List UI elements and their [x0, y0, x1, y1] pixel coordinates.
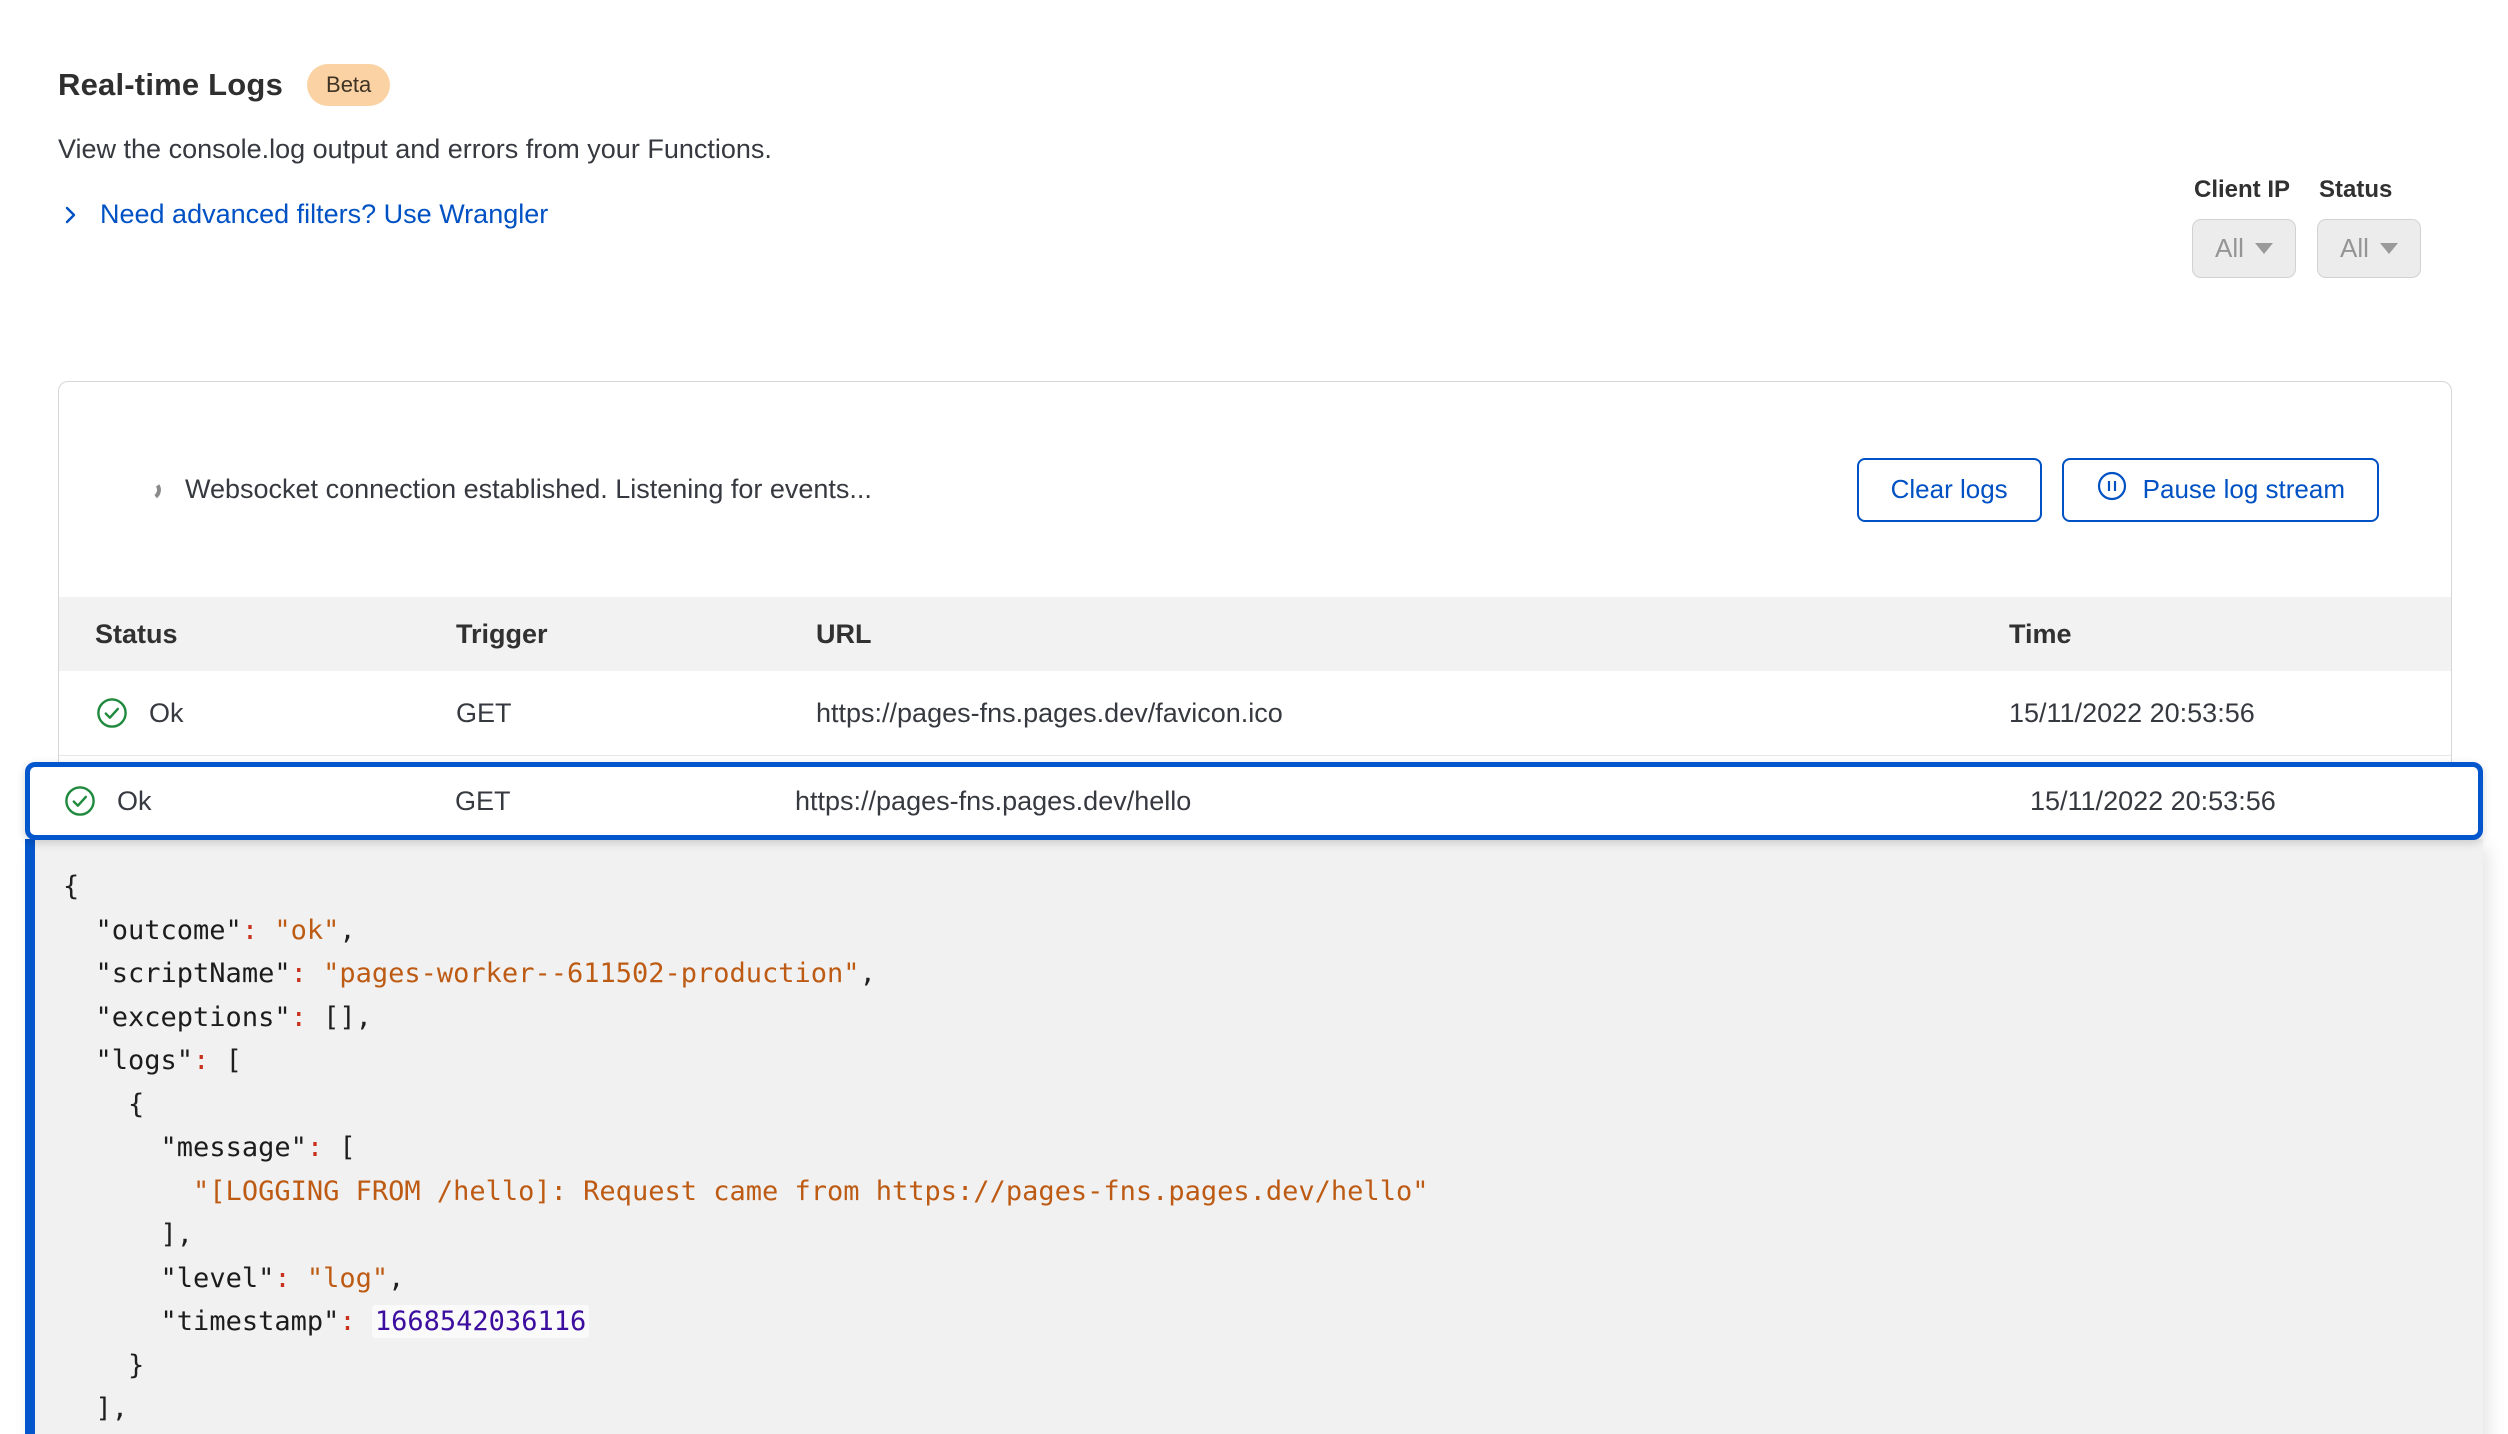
caret-down-icon [2380, 243, 2398, 254]
column-header-status: Status [59, 619, 456, 650]
client-ip-value: All [2215, 233, 2244, 264]
title-row: Real-time Logs Beta [58, 64, 2508, 106]
spinner-icon [139, 478, 162, 501]
clear-logs-button[interactable]: Clear logs [1857, 458, 2042, 522]
page-header: Real-time Logs Beta View the console.log… [0, 0, 2508, 232]
column-header-trigger: Trigger [456, 619, 816, 650]
client-ip-filter: Client IP All [2192, 176, 2296, 278]
caret-down-icon [2255, 243, 2273, 254]
beta-badge: Beta [307, 64, 390, 106]
row-url: https://pages-fns.pages.dev/hello [795, 786, 2030, 817]
websocket-status-text: Websocket connection established. Listen… [185, 474, 872, 505]
pause-log-stream-button[interactable]: Pause log stream [2062, 458, 2379, 522]
client-ip-label: Client IP [2194, 176, 2296, 204]
expanded-log-entry: Ok GET https://pages-fns.pages.dev/hello… [25, 762, 2483, 1434]
check-circle-icon [95, 696, 129, 730]
realtime-logs-page: Real-time Logs Beta View the console.log… [0, 0, 2508, 1434]
filters: Client IP All Status All [2192, 176, 2421, 278]
pause-icon [2096, 470, 2128, 509]
websocket-status-row: Websocket connection established. Listen… [141, 474, 872, 505]
column-header-url: URL [816, 619, 2009, 650]
row-trigger: GET [456, 698, 816, 729]
wrangler-link-label: Need advanced filters? Use Wrangler [100, 199, 548, 230]
chevron-right-icon [58, 203, 82, 227]
status-filter: Status All [2317, 176, 2421, 278]
log-json: { "outcome": "ok", "scriptName": "pages-… [35, 839, 2483, 1431]
wrangler-link[interactable]: Need advanced filters? Use Wrangler [58, 199, 548, 230]
column-header-time: Time [2009, 619, 2451, 650]
row-url: https://pages-fns.pages.dev/favicon.ico [816, 698, 2009, 729]
page-title: Real-time Logs [58, 67, 283, 103]
table-row[interactable]: Ok GET https://pages-fns.pages.dev/favic… [59, 671, 2451, 756]
table-row-selected[interactable]: Ok GET https://pages-fns.pages.dev/hello… [25, 762, 2483, 840]
client-ip-dropdown[interactable]: All [2192, 219, 2296, 278]
row-time: 15/11/2022 20:53:56 [2030, 786, 2478, 817]
row-time: 15/11/2022 20:53:56 [2009, 698, 2451, 729]
toolbar-actions: Clear logs Pause log stream [1857, 458, 2379, 522]
row-status: Ok [149, 698, 184, 729]
page-description: View the console.log output and errors f… [58, 134, 2508, 165]
status-filter-label: Status [2319, 176, 2421, 204]
check-circle-icon [63, 784, 97, 818]
clear-logs-label: Clear logs [1891, 474, 2008, 505]
table-header: Status Trigger URL Time [59, 597, 2451, 671]
row-status: Ok [117, 786, 152, 817]
status-filter-value: All [2340, 233, 2369, 264]
pause-log-stream-label: Pause log stream [2143, 474, 2345, 505]
logs-toolbar: Websocket connection established. Listen… [59, 382, 2451, 597]
row-trigger: GET [455, 786, 795, 817]
log-detail-panel: { "outcome": "ok", "scriptName": "pages-… [25, 839, 2483, 1434]
status-dropdown[interactable]: All [2317, 219, 2421, 278]
